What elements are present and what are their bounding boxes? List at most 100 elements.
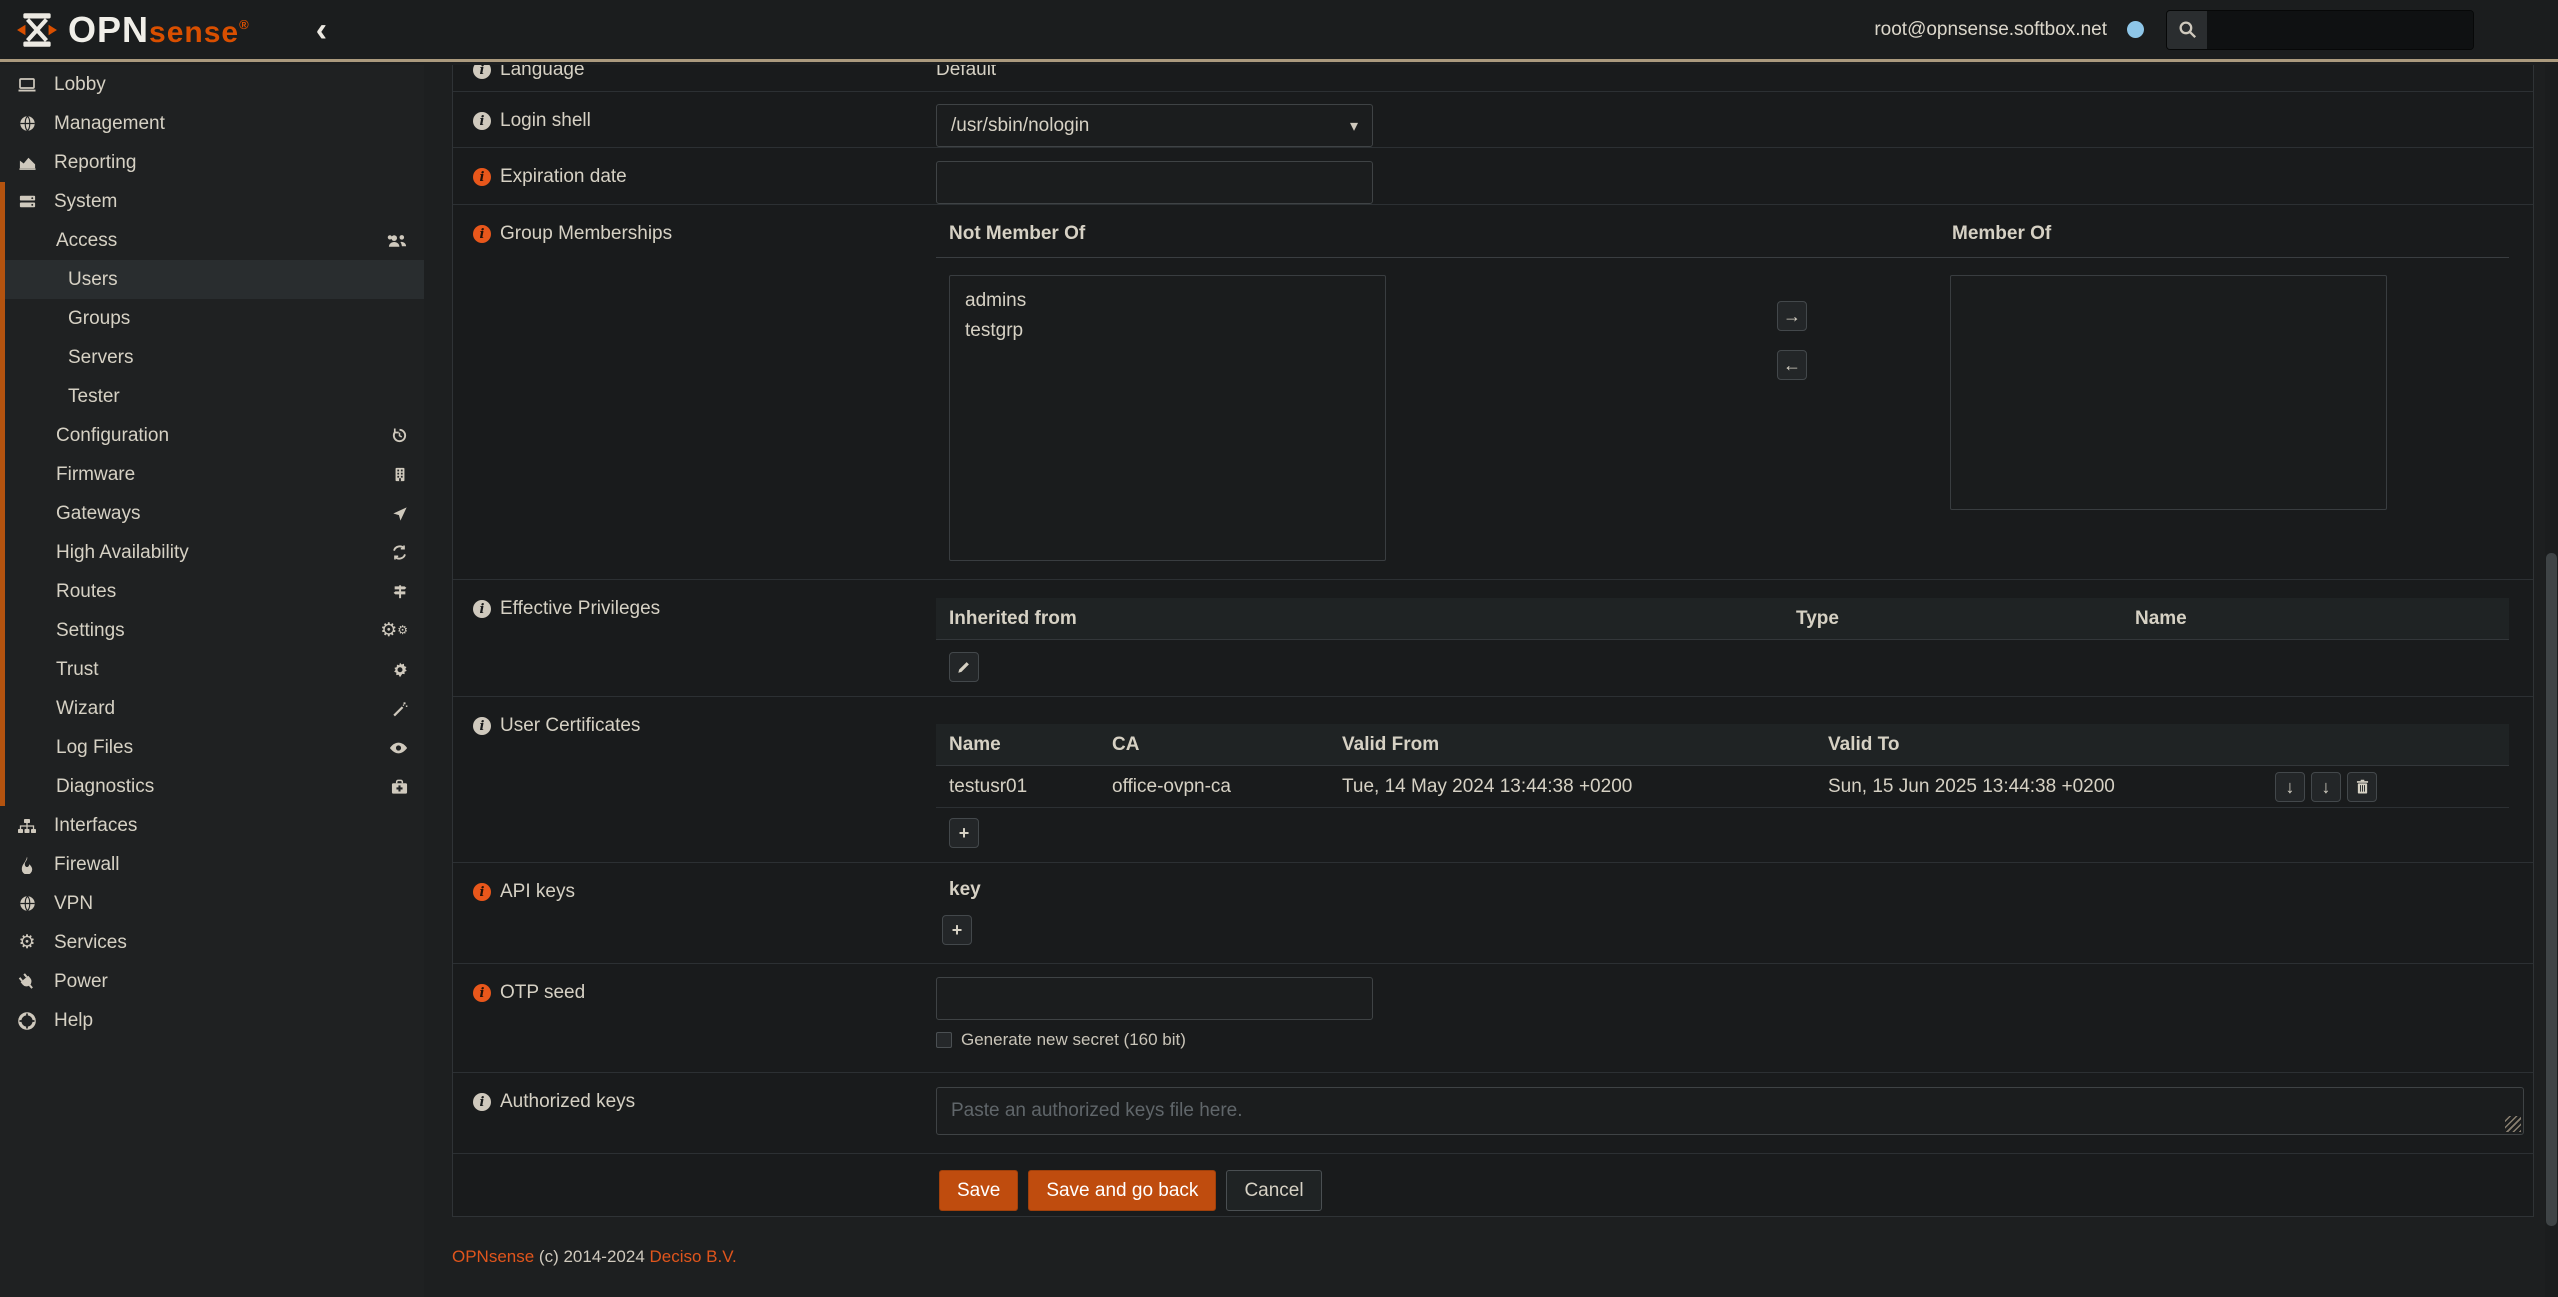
save-button[interactable]: Save	[939, 1170, 1018, 1211]
pencil-icon	[957, 660, 971, 674]
sidebar-item-servers[interactable]: Servers	[5, 338, 424, 377]
scrollbar-thumb[interactable]	[2546, 553, 2557, 1226]
download-certificate-button[interactable]: ↓	[2275, 772, 2305, 802]
info-icon[interactable]: i	[473, 168, 491, 186]
certificate-table-row: testusr01 office-ovpn-ca Tue, 14 May 202…	[936, 766, 2509, 808]
group-memberships-label: Group Memberships	[500, 223, 672, 245]
delete-certificate-button[interactable]	[2347, 772, 2377, 802]
sidebar-item-routes[interactable]: Routes	[5, 572, 424, 611]
certificate-seal-icon	[392, 662, 408, 678]
api-key-header: key	[949, 879, 2509, 901]
sidebar-item-settings[interactable]: Settings ⚙⚙	[5, 611, 424, 650]
refresh-icon	[391, 544, 408, 561]
sidebar-collapse-chevron-icon[interactable]: ‹	[316, 15, 327, 45]
cancel-button[interactable]: Cancel	[1226, 1170, 1321, 1211]
not-member-of-header: Not Member Of	[949, 223, 1952, 245]
move-to-member-button[interactable]: →	[1777, 301, 1807, 331]
sidebar-item-wizard[interactable]: Wizard	[5, 689, 424, 728]
sidebar-item-system[interactable]: System	[5, 182, 424, 221]
copyright-text: (c) 2014-2024	[534, 1247, 649, 1267]
authorized-keys-label: Authorized keys	[500, 1091, 635, 1113]
sidebar-item-configuration[interactable]: Configuration	[5, 416, 424, 455]
cert-name: testusr01	[949, 776, 1112, 798]
info-icon[interactable]: i	[473, 1093, 491, 1111]
sidebar-item-reporting[interactable]: Reporting	[0, 143, 424, 182]
opnsense-footer-link[interactable]: OPNsense	[452, 1247, 534, 1267]
info-icon[interactable]: i	[473, 65, 491, 79]
info-icon[interactable]: i	[473, 225, 491, 243]
authorized-keys-textarea[interactable]	[936, 1087, 2524, 1135]
otp-seed-input[interactable]	[936, 977, 1373, 1020]
eye-icon	[389, 741, 408, 755]
cert-valid-from-header: Valid From	[1342, 734, 1828, 756]
users-group-icon	[387, 233, 408, 249]
globe-icon	[15, 894, 39, 913]
info-icon[interactable]: i	[473, 984, 491, 1002]
group-option-testgrp[interactable]: testgrp	[950, 316, 1385, 346]
global-search	[2166, 10, 2474, 50]
generate-secret-label: Generate new secret (160 bit)	[961, 1030, 1186, 1050]
language-row: i Language Default	[453, 65, 2533, 92]
not-member-of-listbox[interactable]: admins testgrp	[949, 275, 1386, 561]
sidebar-item-high-availability[interactable]: High Availability	[5, 533, 424, 572]
sidebar-item-users[interactable]: Users	[5, 260, 424, 299]
fire-icon	[15, 856, 39, 874]
save-and-go-back-button[interactable]: Save and go back	[1028, 1170, 1216, 1211]
otp-seed-row: i OTP seed Generate new secret (160 bit)	[453, 964, 2533, 1073]
sitemap-icon	[15, 818, 39, 834]
sidebar-item-access[interactable]: Access	[5, 221, 424, 260]
life-ring-icon	[15, 1012, 39, 1030]
opnsense-logo-icon	[16, 9, 58, 51]
textarea-resize-grip[interactable]	[2505, 1116, 2521, 1132]
logged-in-user: root@opnsense.softbox.net	[1874, 19, 2107, 41]
sidebar-item-vpn[interactable]: VPN	[0, 884, 424, 923]
sidebar-item-power[interactable]: Power	[0, 962, 424, 1001]
info-icon[interactable]: i	[473, 600, 491, 618]
plug-icon	[15, 973, 39, 991]
logo-text: OPNsense®	[68, 9, 250, 51]
top-bar: OPNsense® ‹ root@opnsense.softbox.net	[0, 0, 2558, 62]
add-certificate-button[interactable]: +	[949, 818, 979, 848]
opnsense-logo[interactable]: OPNsense®	[16, 9, 250, 51]
sidebar-item-trust[interactable]: Trust	[5, 650, 424, 689]
member-of-listbox[interactable]	[1950, 275, 2387, 510]
sidebar-item-gateways[interactable]: Gateways	[5, 494, 424, 533]
cogs-icon: ⚙⚙	[380, 621, 408, 640]
sidebar-item-services[interactable]: ⚙ Services	[0, 923, 424, 962]
sidebar-item-help[interactable]: Help	[0, 1001, 424, 1040]
sidebar-item-management[interactable]: Management	[0, 104, 424, 143]
expiration-date-input[interactable]	[936, 161, 1373, 204]
login-shell-select[interactable]: /usr/sbin/nologin ▾	[936, 104, 1373, 147]
group-transfer-controls: → ←	[1777, 275, 1807, 561]
add-api-key-button[interactable]: +	[942, 915, 972, 945]
sidebar-item-firmware[interactable]: Firmware	[5, 455, 424, 494]
history-icon	[391, 427, 408, 444]
info-icon[interactable]: i	[473, 883, 491, 901]
language-value: Default	[936, 65, 996, 80]
cert-ca: office-ovpn-ca	[1112, 776, 1342, 798]
sidebar-item-firewall[interactable]: Firewall	[0, 845, 424, 884]
medkit-icon	[391, 779, 408, 795]
group-option-admins[interactable]: admins	[950, 286, 1385, 316]
sidebar-item-log-files[interactable]: Log Files	[5, 728, 424, 767]
user-certificates-row: i User Certificates Name CA Valid From V…	[453, 697, 2533, 863]
location-arrow-icon	[392, 506, 408, 522]
deciso-footer-link[interactable]: Deciso B.V.	[650, 1247, 737, 1267]
sidebar-item-lobby[interactable]: Lobby	[0, 65, 424, 104]
move-to-not-member-button[interactable]: ←	[1777, 350, 1807, 380]
sidebar-item-groups[interactable]: Groups	[5, 299, 424, 338]
group-membership-headers: Not Member Of Member Of	[936, 205, 2509, 258]
map-signs-icon	[392, 583, 408, 600]
edit-privileges-button[interactable]	[949, 652, 979, 682]
info-icon[interactable]: i	[473, 717, 491, 735]
sidebar-item-interfaces[interactable]: Interfaces	[0, 806, 424, 845]
sidebar-item-tester[interactable]: Tester	[5, 377, 424, 416]
info-icon[interactable]: i	[473, 112, 491, 130]
firmware-icon	[392, 466, 408, 483]
download-key-button[interactable]: ↓	[2311, 772, 2341, 802]
group-memberships-row: i Group Memberships Not Member Of Member…	[453, 205, 2533, 580]
global-search-input[interactable]	[2207, 11, 2473, 49]
privileges-table-header: Inherited from Type Name	[936, 598, 2509, 640]
generate-secret-checkbox[interactable]	[936, 1032, 952, 1048]
sidebar-item-diagnostics[interactable]: Diagnostics	[5, 767, 424, 806]
